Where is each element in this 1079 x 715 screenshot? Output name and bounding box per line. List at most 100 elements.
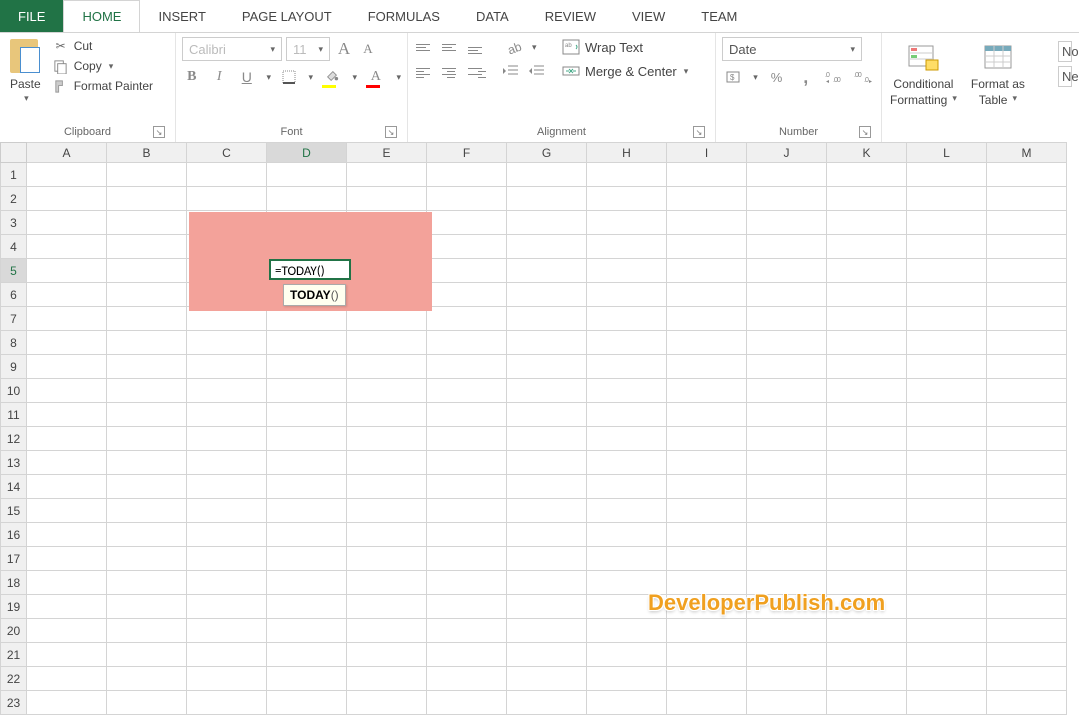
cell[interactable] [107, 475, 187, 499]
merge-center-button[interactable]: Merge & Center ▾ [558, 61, 692, 81]
cell[interactable] [667, 331, 747, 355]
cell[interactable] [667, 667, 747, 691]
cell[interactable] [987, 691, 1067, 715]
alignment-launcher-icon[interactable]: ↘ [693, 126, 705, 138]
cell[interactable] [427, 451, 507, 475]
cell[interactable] [27, 595, 107, 619]
cell[interactable] [427, 475, 507, 499]
cell[interactable] [27, 331, 107, 355]
increase-decimal-button[interactable]: .0.00 [824, 67, 845, 87]
row-header[interactable]: 3 [1, 211, 27, 235]
cell[interactable] [827, 259, 907, 283]
cell[interactable] [107, 667, 187, 691]
cell[interactable] [907, 379, 987, 403]
cell[interactable] [907, 259, 987, 283]
cell[interactable] [987, 475, 1067, 499]
cell[interactable] [667, 307, 747, 331]
cell[interactable] [507, 235, 587, 259]
cell[interactable] [507, 475, 587, 499]
row-header[interactable]: 15 [1, 499, 27, 523]
cell[interactable] [347, 355, 427, 379]
cell[interactable] [107, 211, 187, 235]
format-painter-button[interactable]: Format Painter [51, 77, 155, 95]
cell[interactable] [667, 403, 747, 427]
cell[interactable] [827, 691, 907, 715]
cell[interactable] [267, 691, 347, 715]
cell-styles-partial[interactable]: No [1058, 41, 1072, 62]
clipboard-launcher-icon[interactable]: ↘ [153, 126, 165, 138]
cell[interactable] [507, 355, 587, 379]
cell[interactable] [107, 187, 187, 211]
cell[interactable] [747, 355, 827, 379]
cell[interactable] [347, 283, 427, 307]
cell[interactable] [187, 379, 267, 403]
cell[interactable] [107, 259, 187, 283]
cell[interactable] [667, 523, 747, 547]
accounting-button[interactable]: $ [722, 67, 743, 87]
cell[interactable] [187, 211, 267, 235]
cell[interactable] [27, 523, 107, 547]
cell[interactable] [507, 451, 587, 475]
cell[interactable] [267, 379, 347, 403]
decrease-font-button[interactable]: A [358, 38, 378, 60]
cell[interactable] [827, 307, 907, 331]
cell[interactable] [27, 667, 107, 691]
cell[interactable] [107, 571, 187, 595]
fill-dropdown-icon[interactable]: ▾ [353, 72, 358, 83]
cell[interactable] [27, 451, 107, 475]
border-button[interactable] [279, 67, 299, 87]
cell[interactable] [107, 235, 187, 259]
cell[interactable] [987, 187, 1067, 211]
cell[interactable] [507, 691, 587, 715]
cut-button[interactable]: ✂ Cut [51, 37, 155, 55]
cell[interactable] [907, 355, 987, 379]
percent-button[interactable]: % [766, 67, 787, 87]
cell[interactable] [187, 523, 267, 547]
cell[interactable] [107, 595, 187, 619]
paste-dropdown-icon[interactable]: ▾ [24, 93, 29, 104]
cell[interactable] [267, 499, 347, 523]
cell[interactable] [267, 523, 347, 547]
row-header[interactable]: 11 [1, 403, 27, 427]
cell[interactable] [907, 667, 987, 691]
cell[interactable] [747, 475, 827, 499]
cell[interactable] [987, 523, 1067, 547]
cell[interactable] [187, 331, 267, 355]
cell[interactable] [907, 403, 987, 427]
row-header[interactable]: 10 [1, 379, 27, 403]
cell[interactable] [987, 547, 1067, 571]
cell[interactable] [827, 523, 907, 547]
align-left-button[interactable] [414, 63, 436, 83]
row-header[interactable]: 4 [1, 235, 27, 259]
cell[interactable] [827, 235, 907, 259]
col-header[interactable]: G [507, 143, 587, 163]
cell[interactable] [587, 475, 667, 499]
col-header[interactable]: F [427, 143, 507, 163]
cell[interactable] [987, 595, 1067, 619]
cell[interactable] [267, 619, 347, 643]
cell[interactable] [427, 307, 507, 331]
cell[interactable] [507, 643, 587, 667]
cell[interactable] [587, 331, 667, 355]
cell[interactable] [907, 619, 987, 643]
cell[interactable] [187, 187, 267, 211]
cell[interactable] [427, 571, 507, 595]
cell[interactable] [347, 571, 427, 595]
cell[interactable] [427, 211, 507, 235]
cell[interactable] [347, 595, 427, 619]
cell[interactable] [587, 499, 667, 523]
cell[interactable] [587, 619, 667, 643]
cell[interactable] [107, 547, 187, 571]
decrease-indent-button[interactable] [502, 63, 524, 83]
cell[interactable] [107, 499, 187, 523]
col-header[interactable]: C [187, 143, 267, 163]
col-header[interactable]: B [107, 143, 187, 163]
cell[interactable] [907, 187, 987, 211]
row-header[interactable]: 5 [1, 259, 27, 283]
cell[interactable] [187, 475, 267, 499]
row-header[interactable]: 18 [1, 571, 27, 595]
underline-button[interactable]: U [237, 67, 257, 87]
cell[interactable] [587, 379, 667, 403]
cell[interactable] [27, 163, 107, 187]
cell[interactable] [747, 643, 827, 667]
